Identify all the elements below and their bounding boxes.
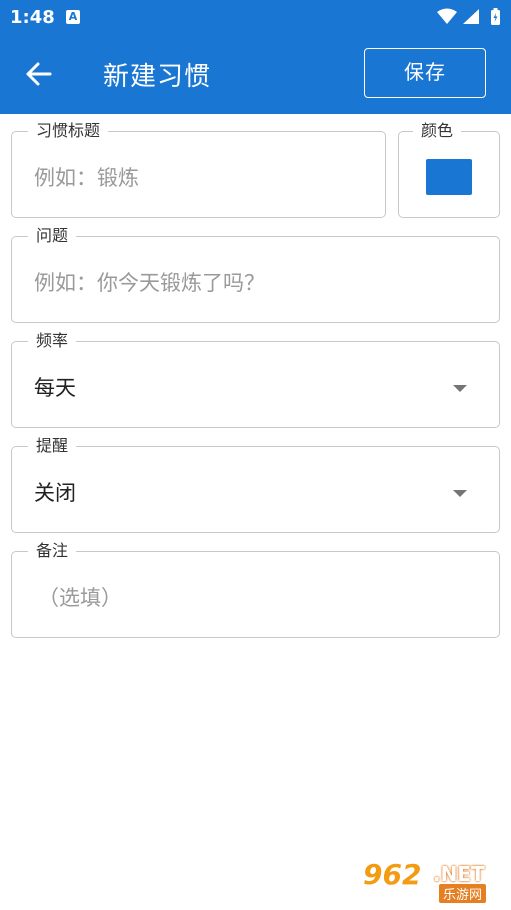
watermark-logo: 962 .NET 乐游网: [363, 858, 503, 903]
dropdown-arrow-icon: [453, 490, 467, 497]
frequency-select[interactable]: 频率 每天: [11, 330, 500, 428]
habit-title-label: 习惯标题: [28, 120, 109, 142]
question-label: 问题: [28, 225, 77, 247]
status-bar: 1:48 A: [0, 0, 511, 34]
app-bar: 新建习惯 保存: [0, 34, 511, 114]
habit-title-input[interactable]: 例如：锻炼: [34, 163, 139, 193]
watermark-number: 962: [363, 858, 422, 891]
watermark-text: 乐游网: [439, 884, 487, 903]
dropdown-arrow-icon: [453, 385, 467, 392]
question-field[interactable]: 问题 例如：你今天锻炼了吗？: [11, 225, 500, 323]
signal-icon: [463, 9, 479, 24]
notification-badge-icon: A: [66, 10, 80, 24]
color-label: 颜色: [413, 120, 462, 142]
save-button[interactable]: 保存: [364, 48, 486, 98]
wifi-icon: [437, 8, 457, 24]
watermark-domain: .NET: [433, 862, 485, 886]
question-input[interactable]: 例如：你今天锻炼了吗？: [34, 268, 265, 298]
frequency-label: 频率: [28, 330, 77, 352]
status-time: 1:48: [10, 7, 55, 28]
notes-label: 备注: [28, 540, 77, 562]
reminder-value: 关闭: [34, 481, 76, 505]
color-field[interactable]: 颜色: [398, 120, 500, 218]
page-title: 新建习惯: [103, 62, 212, 92]
reminder-select[interactable]: 提醒 关闭: [11, 435, 500, 533]
arrow-left-icon: [26, 62, 52, 86]
frequency-value: 每天: [34, 376, 76, 400]
notes-input[interactable]: （选填）: [38, 583, 122, 613]
back-button[interactable]: [20, 56, 60, 92]
reminder-label: 提醒: [28, 435, 77, 457]
status-icons: [437, 8, 500, 25]
notes-field[interactable]: 备注 （选填）: [11, 540, 500, 638]
color-swatch[interactable]: [426, 159, 472, 195]
habit-title-field[interactable]: 习惯标题 例如：锻炼: [11, 120, 386, 218]
